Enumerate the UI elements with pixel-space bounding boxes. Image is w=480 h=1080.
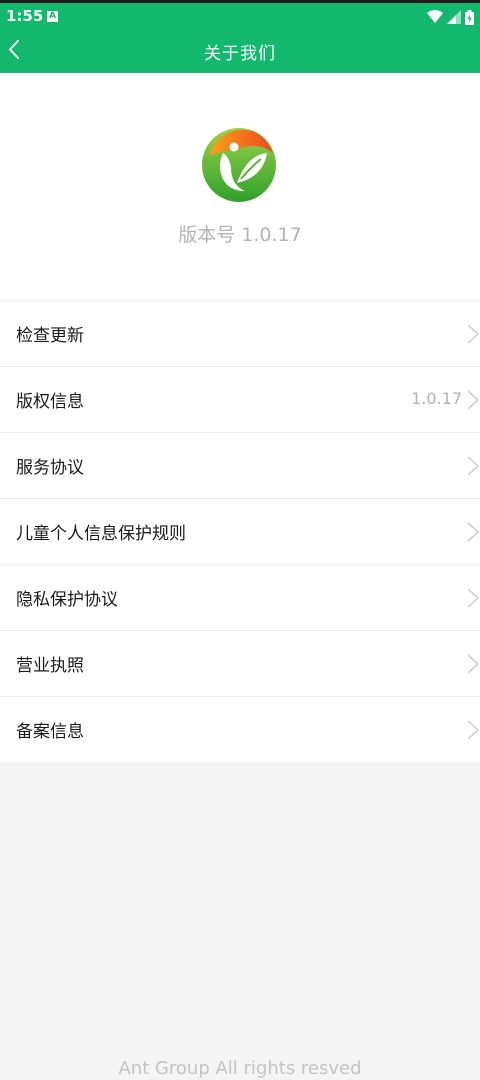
chevron-right-icon [467, 654, 479, 674]
menu-item-label: 营业执照 [16, 656, 84, 676]
chevron-right-icon [467, 588, 479, 608]
menu-item-label: 服务协议 [16, 458, 84, 478]
menu-item-label: 隐私保护协议 [16, 590, 118, 610]
menu-item-check-update[interactable]: 检查更新 [0, 300, 480, 366]
menu-item-filing-info[interactable]: 备案信息 [0, 696, 480, 762]
menu-item-label: 儿童个人信息保护规则 [16, 524, 186, 544]
menu-item-service-agreement[interactable]: 服务协议 [0, 432, 480, 498]
status-time: 1:55 [6, 7, 44, 25]
footer-copyright: Ant Group All rights resved [118, 1058, 362, 1079]
chevron-right-icon [467, 456, 479, 476]
menu-list: 检查更新 版权信息 1.0.17 服务协议 儿童个人信息保护规则 隐私保护协议 … [0, 300, 480, 762]
app-info-card: 版本号 1.0.17 [0, 73, 480, 300]
app-logo-icon [202, 128, 276, 202]
menu-item-label: 备案信息 [16, 722, 84, 742]
menu-item-child-privacy-rules[interactable]: 儿童个人信息保护规则 [0, 498, 480, 564]
version-label: 版本号 1.0.17 [178, 224, 302, 246]
signal-icon [447, 10, 461, 24]
menu-item-label: 版权信息 [16, 392, 84, 412]
menu-item-label: 检查更新 [16, 326, 84, 346]
menu-item-value: 1.0.17 [411, 389, 462, 408]
chevron-right-icon [467, 324, 479, 344]
notification-badge: A [47, 11, 58, 22]
menu-item-privacy-policy[interactable]: 隐私保护协议 [0, 564, 480, 630]
battery-icon [465, 9, 474, 25]
status-bar: 1:55 A [0, 0, 480, 30]
wifi-icon [427, 10, 443, 23]
app-bar: 关于我们 [0, 30, 480, 73]
chevron-right-icon [467, 390, 479, 410]
chevron-right-icon [467, 720, 479, 740]
chevron-right-icon [467, 522, 479, 542]
menu-item-copyright[interactable]: 版权信息 1.0.17 [0, 366, 480, 432]
menu-item-business-license[interactable]: 营业执照 [0, 630, 480, 696]
status-icons [427, 9, 474, 25]
page-title: 关于我们 [204, 44, 276, 64]
